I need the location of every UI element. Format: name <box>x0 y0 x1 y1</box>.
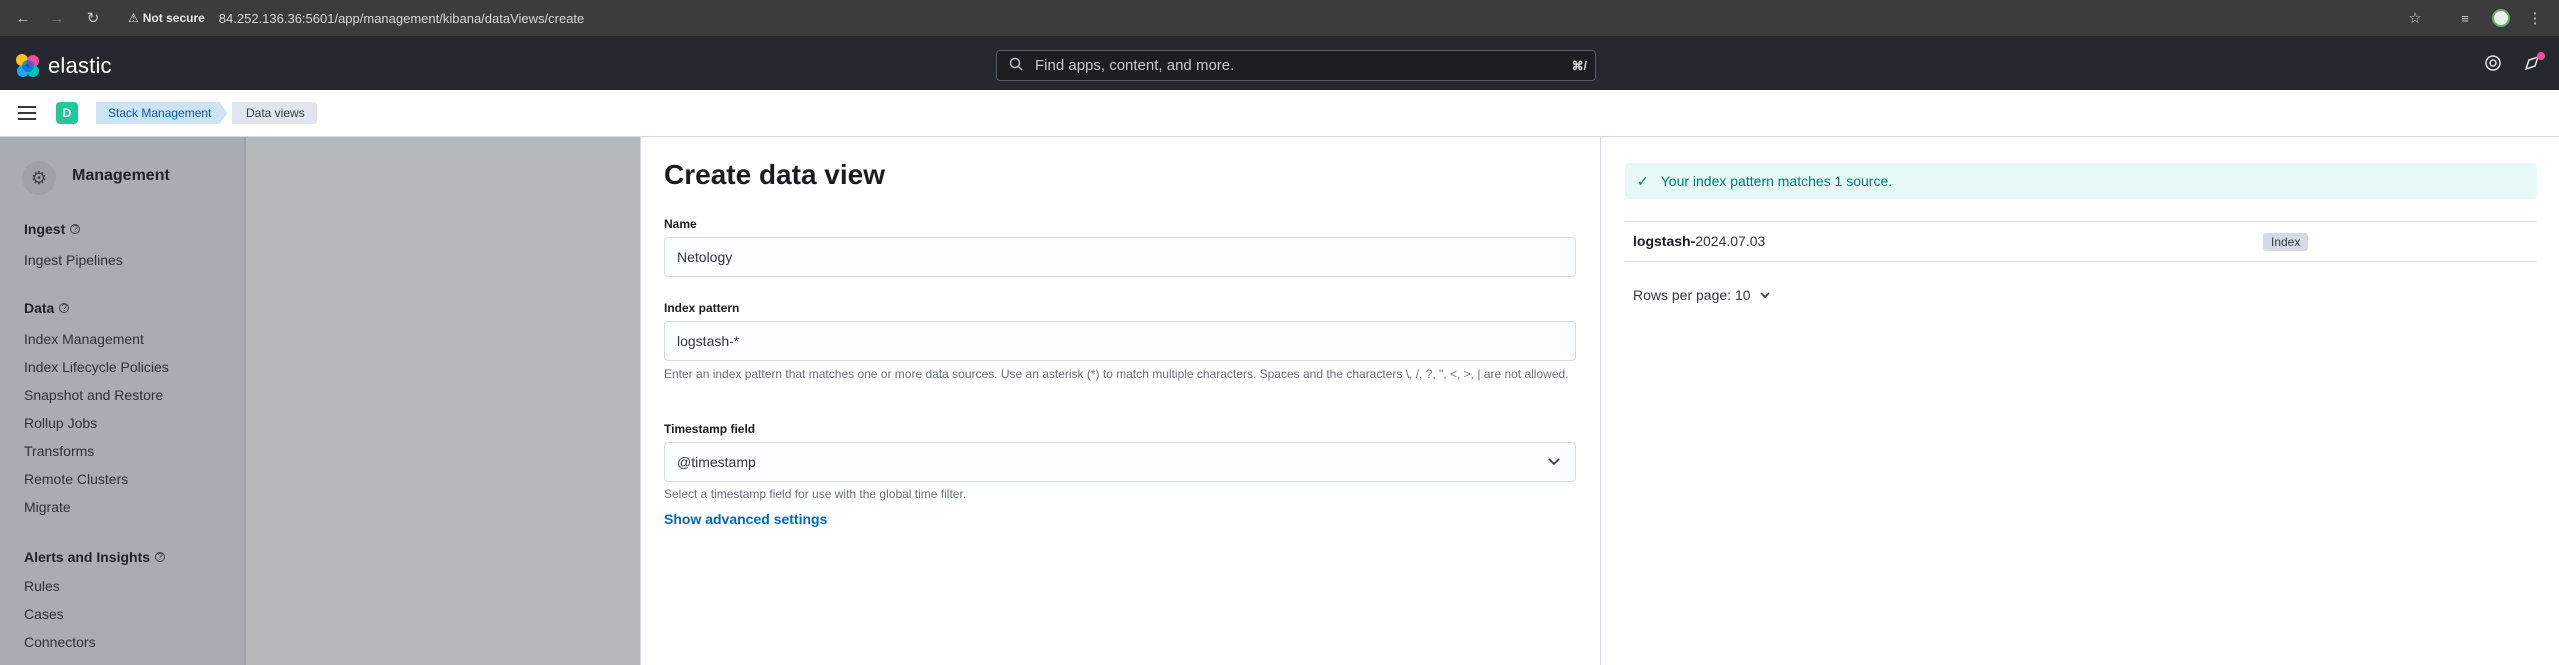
table-row-index-name: logstash-2024.07.03 <box>1633 233 1766 249</box>
sidebar-item-snapshot-and-restore[interactable]: Snapshot and Restore <box>24 387 163 403</box>
search-placeholder: Find apps, content, and more. <box>1035 57 1235 74</box>
callout-text: Your index pattern matches 1 source. <box>1660 173 1893 189</box>
menu-toggle-icon[interactable] <box>18 106 36 120</box>
help-icon[interactable] <box>2482 52 2504 74</box>
profile-avatar[interactable] <box>2491 8 2511 28</box>
index-pattern-field[interactable]: logstash-* <box>664 321 1576 361</box>
search-shortcut: ⌘/ <box>1571 58 1587 73</box>
sidebar-title: Management <box>72 167 170 184</box>
page-title: Create data view <box>664 159 885 190</box>
browser-menu-icon[interactable]: ⋮ <box>2525 8 2545 28</box>
index-type-badge: Index <box>2263 233 2309 251</box>
create-data-view-flyout: Create data view Name Netology Index pat… <box>640 137 2559 665</box>
news-feed-icon[interactable] <box>2521 52 2545 74</box>
name-label: Name <box>664 217 697 231</box>
sidebar-item-index-management[interactable]: Index Management <box>24 331 144 347</box>
space-avatar[interactable]: D <box>56 102 78 124</box>
sidebar-item-transforms[interactable]: Transforms <box>24 443 94 459</box>
browser-toolbar: ← → ↻ ⚠ Not secure 84.252.136.36:5601/ap… <box>0 0 2559 36</box>
security-label: Not secure <box>142 11 205 25</box>
sidebar-item-migrate[interactable]: Migrate <box>24 499 71 515</box>
chevron-down-icon <box>1548 458 1560 466</box>
search-icon <box>1009 57 1023 74</box>
notification-dot <box>2537 52 2545 60</box>
gear-icon: ⚙ <box>22 161 56 195</box>
rows-per-page-label: Rows per page: 10 <box>1633 287 1751 303</box>
sidebar-item-rollup-jobs[interactable]: Rollup Jobs <box>24 415 97 431</box>
info-icon: ? <box>155 552 166 563</box>
sidebar-item-ingest-pipelines[interactable]: Ingest Pipelines <box>24 252 123 268</box>
back-arrow-icon[interactable]: ← <box>12 7 34 29</box>
management-sidebar: ⚙ Management Ingest? Ingest Pipelines Da… <box>0 137 246 665</box>
sidebar-item-index-lifecycle-policies[interactable]: Index Lifecycle Policies <box>24 359 169 375</box>
index-pattern-label: Index pattern <box>664 301 740 315</box>
page-overlay[interactable]: ⚙ Management Ingest? Ingest Pipelines Da… <box>0 137 640 665</box>
forward-arrow-icon[interactable]: → <box>46 7 68 29</box>
timestamp-help: Select a timestamp field for use with th… <box>664 487 967 501</box>
section-ingest: Ingest? <box>24 221 81 237</box>
show-advanced-settings-link[interactable]: Show advanced settings <box>664 511 827 527</box>
logo-text: elastic <box>48 53 112 78</box>
sidebar-item-connectors[interactable]: Connectors <box>24 634 96 650</box>
sidebar-item-rules[interactable]: Rules <box>24 578 60 594</box>
info-icon: ? <box>59 303 70 314</box>
timestamp-value: @timestamp <box>677 454 756 470</box>
table-border-bottom <box>1625 261 2537 262</box>
breadcrumb-stack-management[interactable]: Stack Management <box>96 102 227 124</box>
warning-triangle-icon: ⚠ <box>128 11 139 25</box>
section-data: Data? <box>24 300 70 316</box>
timestamp-select[interactable]: @timestamp <box>664 442 1576 482</box>
address-bar[interactable]: ⚠ Not secure 84.252.136.36:5601/app/mana… <box>128 8 584 28</box>
breadcrumb-bar: D Stack Management Data views <box>0 90 2559 137</box>
rows-per-page-button[interactable]: Rows per page: 10 <box>1633 287 1771 303</box>
media-queue-icon[interactable]: ≡ <box>2455 8 2475 28</box>
check-icon: ✓ <box>1637 172 1649 189</box>
url-text: 84.252.136.36:5601/app/management/kibana… <box>218 10 585 26</box>
sidebar-item-remote-clusters[interactable]: Remote Clusters <box>24 471 128 487</box>
breadcrumb-data-views: Data views <box>232 102 317 124</box>
elastic-logo[interactable]: elastic <box>16 53 112 79</box>
reload-icon[interactable]: ↻ <box>82 7 104 29</box>
kibana-header: elastic Find apps, content, and more. ⌘/ <box>0 36 2559 90</box>
matching-sources-pane: ✓ Your index pattern matches 1 source. l… <box>1601 137 2559 665</box>
index-pattern-help: Enter an index pattern that matches one … <box>664 367 1569 381</box>
success-callout: ✓ Your index pattern matches 1 source. <box>1625 163 2537 199</box>
timestamp-label: Timestamp field <box>664 422 756 436</box>
chevron-down-icon <box>1759 292 1770 299</box>
table-border-top <box>1625 221 2537 222</box>
name-field[interactable]: Netology <box>664 237 1576 277</box>
global-search-input[interactable]: Find apps, content, and more. ⌘/ <box>996 50 1596 81</box>
form-pane: Create data view Name Netology Index pat… <box>641 137 1600 665</box>
section-alerts-and-insights: Alerts and Insights? <box>24 549 166 565</box>
elastic-logo-icon <box>16 54 40 78</box>
info-icon: ? <box>70 224 81 235</box>
sidebar-item-cases[interactable]: Cases <box>24 606 64 622</box>
bookmark-star-icon[interactable]: ☆ <box>2405 8 2425 28</box>
